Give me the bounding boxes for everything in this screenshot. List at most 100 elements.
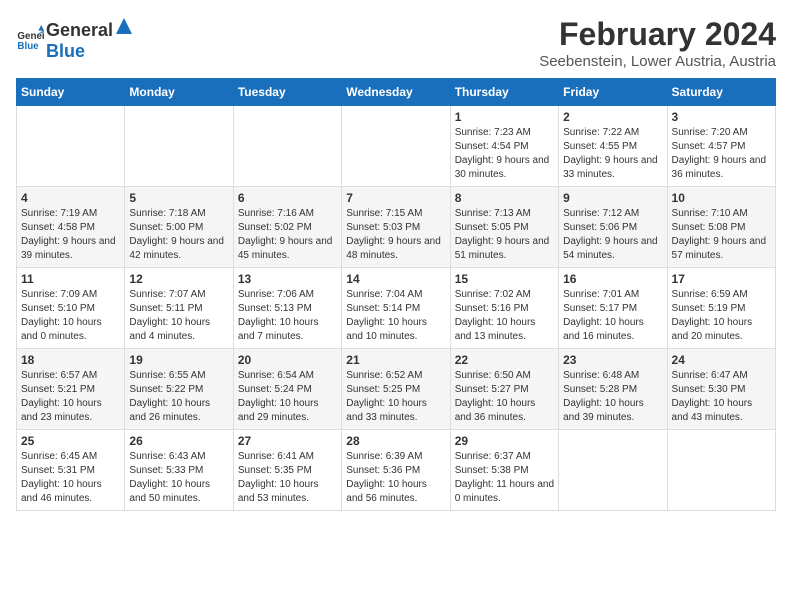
calendar-cell: 1 Sunrise: 7:23 AM Sunset: 4:54 PM Daylig…: [450, 106, 558, 187]
day-info: Sunrise: 7:04 AM Sunset: 5:14 PM Dayligh…: [346, 288, 445, 344]
calendar-cell: 5Sunrise: 7:18 AM Sunset: 5:00 PM Daylig…: [125, 187, 233, 268]
calendar-cell: 22Sunrise: 6:50 AM Sunset: 5:27 PM Dayli…: [450, 349, 558, 430]
day-number: 16: [563, 272, 662, 286]
day-info: Sunrise: 6:47 AM Sunset: 5:30 PM Dayligh…: [672, 369, 771, 425]
subtitle: Seebenstein, Lower Austria, Austria: [539, 53, 776, 70]
calendar-cell: 10 Sunrise: 7:10 AM Sunset: 5:08 PM Dayli…: [667, 187, 775, 268]
day-number: 8: [455, 191, 554, 205]
calendar-cell: 28 Sunrise: 6:39 AM Sunset: 5:36 PM Dayli…: [342, 430, 450, 511]
calendar-cell: 27 Sunrise: 6:41 AM Sunset: 5:35 PM Dayli…: [233, 430, 341, 511]
calendar-cell: 20 Sunrise: 6:54 AM Sunset: 5:24 PM Dayli…: [233, 349, 341, 430]
calendar-table: SundayMondayTuesdayWednesdayThursdayFrid…: [16, 78, 776, 511]
day-info: Sunrise: 7:13 AM Sunset: 5:05 PM Dayligh…: [455, 207, 554, 263]
day-number: 22: [455, 353, 554, 367]
week-row-3: 18 Sunrise: 6:57 AM Sunset: 5:21 PM Dayli…: [17, 349, 776, 430]
logo-icon: General Blue: [16, 25, 44, 53]
calendar-cell: 19 Sunrise: 6:55 AM Sunset: 5:22 PM Dayli…: [125, 349, 233, 430]
day-number: 15: [455, 272, 554, 286]
calendar-cell: 8 Sunrise: 7:13 AM Sunset: 5:05 PM Daylig…: [450, 187, 558, 268]
day-info: Sunrise: 7:12 AM Sunset: 5:06 PM Dayligh…: [563, 207, 662, 263]
week-row-4: 25 Sunrise: 6:45 AM Sunset: 5:31 PM Dayli…: [17, 430, 776, 511]
calendar-cell: 4 Sunrise: 7:19 AM Sunset: 4:58 PM Daylig…: [17, 187, 125, 268]
day-info: Sunrise: 6:54 AM Sunset: 5:24 PM Dayligh…: [238, 369, 337, 425]
header-monday: Monday: [125, 79, 233, 106]
calendar-cell: 11 Sunrise: 7:09 AM Sunset: 5:10 PM Dayli…: [17, 268, 125, 349]
calendar-cell: 9 Sunrise: 7:12 AM Sunset: 5:06 PM Daylig…: [559, 187, 667, 268]
day-info: Sunrise: 6:48 AM Sunset: 5:28 PM Dayligh…: [563, 369, 662, 425]
day-number: 19: [129, 353, 228, 367]
header-thursday: Thursday: [450, 79, 558, 106]
day-number: 7: [346, 191, 445, 205]
week-row-1: 4 Sunrise: 7:19 AM Sunset: 4:58 PM Daylig…: [17, 187, 776, 268]
day-info: Sunrise: 7:16 AM Sunset: 5:02 PM Dayligh…: [238, 207, 337, 263]
day-info: Sunrise: 6:57 AM Sunset: 5:21 PM Dayligh…: [21, 369, 120, 425]
day-number: 18: [21, 353, 120, 367]
main-title: February 2024: [539, 16, 776, 53]
day-info: Sunrise: 6:37 AM Sunset: 5:38 PM Dayligh…: [455, 450, 554, 506]
calendar-cell: 12Sunrise: 7:07 AM Sunset: 5:11 PM Dayli…: [125, 268, 233, 349]
calendar-cell: 21 Sunrise: 6:52 AM Sunset: 5:25 PM Dayli…: [342, 349, 450, 430]
calendar-cell: 24 Sunrise: 6:47 AM Sunset: 5:30 PM Dayli…: [667, 349, 775, 430]
day-number: 1: [455, 110, 554, 124]
day-number: 3: [672, 110, 771, 124]
calendar-cell: 13 Sunrise: 7:06 AM Sunset: 5:13 PM Dayli…: [233, 268, 341, 349]
calendar-cell: 2Sunrise: 7:22 AM Sunset: 4:55 PM Daylig…: [559, 106, 667, 187]
day-info: Sunrise: 6:59 AM Sunset: 5:19 PM Dayligh…: [672, 288, 771, 344]
day-number: 6: [238, 191, 337, 205]
day-number: 5: [129, 191, 228, 205]
header-sunday: Sunday: [17, 79, 125, 106]
day-number: 27: [238, 434, 337, 448]
day-number: 13: [238, 272, 337, 286]
calendar-cell: [233, 106, 341, 187]
day-number: 17: [672, 272, 771, 286]
calendar-cell: 18 Sunrise: 6:57 AM Sunset: 5:21 PM Dayli…: [17, 349, 125, 430]
day-number: 21: [346, 353, 445, 367]
day-info: Sunrise: 7:20 AM Sunset: 4:57 PM Dayligh…: [672, 126, 771, 182]
day-info: Sunrise: 6:55 AM Sunset: 5:22 PM Dayligh…: [129, 369, 228, 425]
day-number: 4: [21, 191, 120, 205]
day-info: Sunrise: 7:10 AM Sunset: 5:08 PM Dayligh…: [672, 207, 771, 263]
calendar-cell: [17, 106, 125, 187]
day-info: Sunrise: 7:23 AM Sunset: 4:54 PM Dayligh…: [455, 126, 554, 182]
day-info: Sunrise: 7:01 AM Sunset: 5:17 PM Dayligh…: [563, 288, 662, 344]
day-number: 25: [21, 434, 120, 448]
day-number: 29: [455, 434, 554, 448]
calendar-cell: [342, 106, 450, 187]
logo-triangle-icon: [114, 16, 134, 36]
day-number: 11: [21, 272, 120, 286]
day-number: 12: [129, 272, 228, 286]
day-info: Sunrise: 7:22 AM Sunset: 4:55 PM Dayligh…: [563, 126, 662, 182]
week-row-2: 11 Sunrise: 7:09 AM Sunset: 5:10 PM Dayli…: [17, 268, 776, 349]
week-row-0: 1 Sunrise: 7:23 AM Sunset: 4:54 PM Daylig…: [17, 106, 776, 187]
calendar-cell: 15 Sunrise: 7:02 AM Sunset: 5:16 PM Dayli…: [450, 268, 558, 349]
calendar-cell: 7 Sunrise: 7:15 AM Sunset: 5:03 PM Daylig…: [342, 187, 450, 268]
day-number: 20: [238, 353, 337, 367]
day-info: Sunrise: 7:06 AM Sunset: 5:13 PM Dayligh…: [238, 288, 337, 344]
day-info: Sunrise: 7:09 AM Sunset: 5:10 PM Dayligh…: [21, 288, 120, 344]
day-number: 14: [346, 272, 445, 286]
calendar-cell: 23Sunrise: 6:48 AM Sunset: 5:28 PM Dayli…: [559, 349, 667, 430]
day-number: 9: [563, 191, 662, 205]
day-info: Sunrise: 7:19 AM Sunset: 4:58 PM Dayligh…: [21, 207, 120, 263]
day-number: 10: [672, 191, 771, 205]
calendar-cell: 16 Sunrise: 7:01 AM Sunset: 5:17 PM Dayli…: [559, 268, 667, 349]
day-number: 24: [672, 353, 771, 367]
day-info: Sunrise: 7:02 AM Sunset: 5:16 PM Dayligh…: [455, 288, 554, 344]
day-info: Sunrise: 6:39 AM Sunset: 5:36 PM Dayligh…: [346, 450, 445, 506]
svg-text:Blue: Blue: [17, 41, 39, 52]
day-info: Sunrise: 6:52 AM Sunset: 5:25 PM Dayligh…: [346, 369, 445, 425]
calendar-cell: [559, 430, 667, 511]
header-wednesday: Wednesday: [342, 79, 450, 106]
calendar-cell: 3 Sunrise: 7:20 AM Sunset: 4:57 PM Daylig…: [667, 106, 775, 187]
page-header: General Blue General Blue February 2024 …: [16, 16, 776, 70]
calendar-cell: 6 Sunrise: 7:16 AM Sunset: 5:02 PM Daylig…: [233, 187, 341, 268]
day-info: Sunrise: 6:41 AM Sunset: 5:35 PM Dayligh…: [238, 450, 337, 506]
day-info: Sunrise: 7:15 AM Sunset: 5:03 PM Dayligh…: [346, 207, 445, 263]
day-info: Sunrise: 6:45 AM Sunset: 5:31 PM Dayligh…: [21, 450, 120, 506]
calendar-header-row: SundayMondayTuesdayWednesdayThursdayFrid…: [17, 79, 776, 106]
header-friday: Friday: [559, 79, 667, 106]
day-number: 28: [346, 434, 445, 448]
calendar-cell: [125, 106, 233, 187]
title-area: February 2024 Seebenstein, Lower Austria…: [539, 16, 776, 70]
header-saturday: Saturday: [667, 79, 775, 106]
